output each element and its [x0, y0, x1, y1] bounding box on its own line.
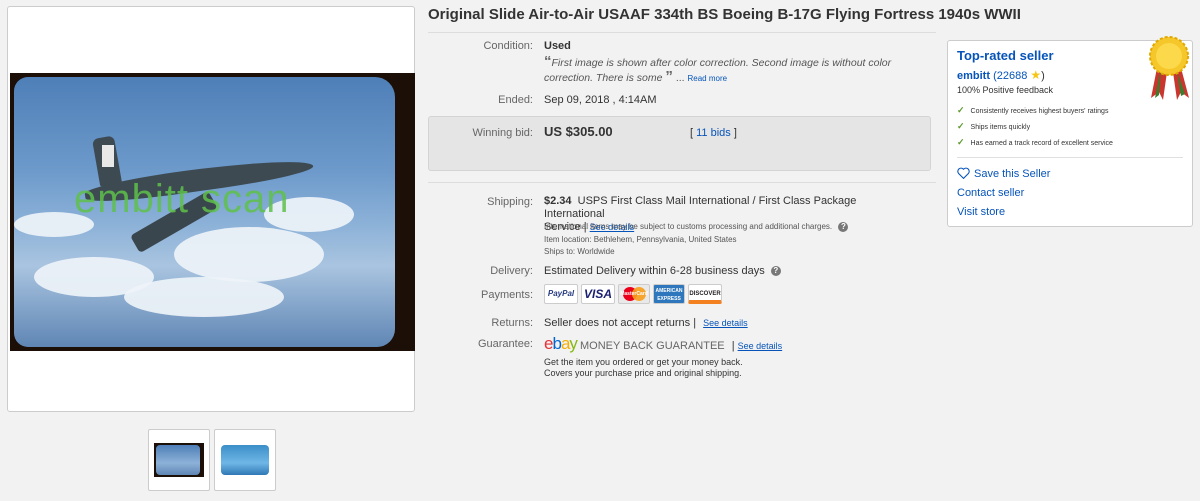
customs-note-text: International items may be subject to cu…	[544, 222, 833, 232]
ships-to: Ships to: Worldwide	[544, 247, 615, 256]
star-icon: ★	[1030, 68, 1042, 82]
check-icon: ✓	[957, 137, 965, 147]
guarantee-line1: Get the item you ordered or get your mon…	[544, 357, 743, 367]
returns-text: Seller does not accept returns |	[544, 317, 697, 329]
seller-name-row: embitt (22688 ★)	[957, 68, 1045, 82]
plane-tail-marking	[102, 145, 114, 167]
ebay-logo: ebay	[544, 334, 578, 353]
delivery-label: Delivery:	[490, 265, 533, 277]
question-icon[interactable]: ?	[838, 222, 849, 232]
positive-feedback: 100% Positive feedback	[957, 85, 1054, 95]
quote-open-icon: “	[544, 53, 552, 70]
guarantee-line2: Covers your purchase price and original …	[544, 368, 742, 378]
returns-see-details-link[interactable]: See details	[703, 318, 748, 328]
bid-history-link[interactable]: 11 bids	[696, 127, 731, 139]
guarantee-text: MONEY BACK GUARANTEE	[579, 340, 725, 352]
ebay-letter-y: y	[569, 334, 577, 353]
shipping-label: Shipping:	[487, 196, 533, 208]
divider	[428, 182, 936, 183]
save-seller-link[interactable]: Save this Seller	[957, 167, 1050, 180]
paypal-logo: PayPal	[544, 284, 578, 304]
ended-value: Sep 09, 2018 , 4:14AM	[544, 94, 657, 106]
seller-bullet: ✓ Consistently receives highest buyers' r…	[957, 105, 1108, 116]
winning-bid-label: Winning bid:	[472, 127, 533, 139]
image-watermark: embitt scan	[74, 177, 290, 221]
item-location: Item location: Bethlehem, Pennsylvania, …	[544, 235, 737, 244]
seller-bullet-text: Has earned a track record of excellent s…	[970, 140, 1113, 147]
amex-logo: AMERICAN EXPRESS	[653, 284, 685, 304]
shipping-service-line1: USPS First Class Mail International / Fi…	[544, 195, 857, 220]
divider	[957, 157, 1183, 158]
ended-label: Ended:	[498, 94, 533, 106]
cloud	[174, 227, 324, 282]
visa-logo: VISA	[581, 284, 615, 304]
customs-note: International items may be subject to cu…	[544, 222, 849, 232]
heart-icon	[957, 167, 970, 180]
delivery-text: Estimated Delivery within 6-28 business …	[544, 265, 765, 277]
payment-methods: PayPal VISA MasterCard AMERICAN EXPRESSDISC…	[544, 284, 725, 304]
contact-seller-link[interactable]: Contact seller	[957, 187, 1024, 199]
mastercard-logo: MasterCard	[618, 284, 650, 304]
seller-bullet-text: Ships items quickly	[970, 124, 1031, 131]
read-more-link[interactable]: Read more	[688, 74, 728, 83]
bid-count: [ 11 bids ]	[690, 127, 737, 139]
delivery-value: Estimated Delivery within 6-28 business …	[544, 265, 781, 277]
bracket-close: ]	[730, 127, 737, 139]
mastercard-text: MasterCard	[620, 291, 648, 297]
page-title: Original Slide Air-to-Air USAAF 334th BS…	[428, 6, 1021, 23]
score-close: )	[1041, 70, 1045, 82]
cloud	[124, 277, 284, 317]
main-image[interactable]: embitt scan	[10, 73, 415, 351]
check-icon: ✓	[957, 105, 965, 115]
thumbnail-2[interactable]	[214, 429, 276, 491]
divider	[428, 32, 936, 33]
slide-photo: embitt scan	[14, 77, 395, 347]
condition-value: Used	[544, 40, 571, 52]
thumbnail-1[interactable]	[148, 429, 210, 491]
ribbon-medal-icon	[1149, 36, 1189, 100]
guarantee-value: ebay MONEY BACK GUARANTEE | See details	[544, 334, 782, 354]
discover-logo: DISCOVER	[688, 284, 722, 304]
guarantee-sep: |	[731, 340, 735, 352]
condition-label: Condition:	[483, 40, 533, 52]
seller-bullet: ✓ Ships items quickly	[957, 121, 1030, 132]
payments-label: Payments:	[481, 289, 533, 301]
returns-value: Seller does not accept returns | See det…	[544, 317, 748, 329]
main-image-card[interactable]: embitt scan	[7, 6, 415, 412]
top-rated-seller-heading: Top-rated seller	[957, 48, 1054, 63]
winning-bid-panel	[428, 116, 931, 171]
guarantee-see-details-link[interactable]: See details	[738, 341, 783, 351]
seller-name-link[interactable]: embitt	[957, 70, 990, 82]
save-seller-text: Save this Seller	[974, 168, 1051, 180]
seller-bullet-text: Consistently receives highest buyers' ra…	[970, 108, 1109, 115]
thumbnail-strip	[148, 429, 276, 491]
seller-feedback-score[interactable]: (22688	[993, 70, 1027, 82]
winning-bid-amount: US $305.00	[544, 124, 613, 139]
quote-close-icon: ”	[665, 68, 673, 85]
visit-store-link[interactable]: Visit store	[957, 206, 1005, 218]
check-icon: ✓	[957, 121, 965, 131]
ebay-letter-b: b	[552, 334, 562, 353]
returns-label: Returns:	[491, 317, 533, 329]
condition-note: “First image is shown after color correc…	[544, 53, 904, 86]
ellipsis: ...	[675, 72, 685, 84]
seller-bullet: ✓ Has earned a track record of excellent …	[957, 137, 1113, 148]
question-icon[interactable]: ?	[770, 266, 781, 277]
guarantee-label: Guarantee:	[477, 338, 533, 350]
shipping-cost: $2.34	[544, 195, 572, 207]
